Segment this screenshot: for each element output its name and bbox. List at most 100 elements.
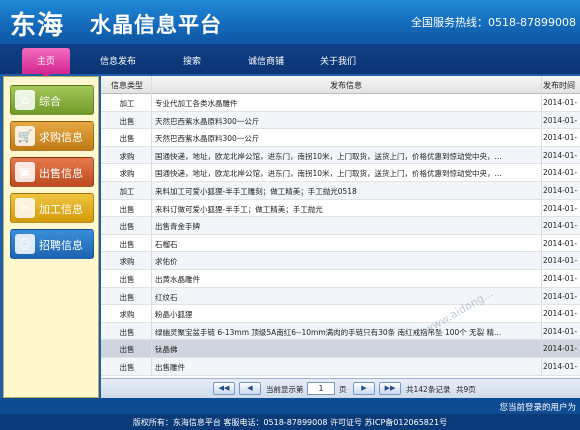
people-icon: ☺ (15, 234, 35, 254)
cell-type: 出售 (119, 292, 135, 302)
cell-time: 2014-01- (543, 133, 578, 143)
cell-time: 2014-01- (543, 344, 578, 354)
sidebar-item-sell[interactable]: ▣ 出售信息 (10, 157, 94, 187)
info-table: 信息类型 发布信息 发布时间 加工 专业代加工各类水晶雕件 2014-01- 出售 天然… (101, 76, 580, 398)
sidebar-item-processing[interactable]: ✂ 加工信息 (10, 193, 94, 223)
cell-time: 2014-01- (543, 291, 578, 301)
cell-info[interactable]: 红纹石 (155, 292, 539, 303)
sidebar-item-general[interactable]: ⌂ 综合 (10, 85, 94, 115)
cell-type: 出售 (119, 327, 135, 337)
cell-info[interactable]: 来料加工可爱小狐狸-半手工雕刻；做工精美；手工抛光0518 (155, 186, 539, 197)
cell-time: 2014-01- (543, 273, 578, 283)
cell-type: 出售 (119, 362, 135, 372)
cell-time: 2014-01- (543, 309, 578, 319)
nav-item-shops[interactable]: 诚信商铺 (236, 54, 296, 67)
header: 东海 水晶信息平台 全国服务热线：0518-87899008 (0, 0, 580, 44)
cell-time: 2014-01- (543, 185, 578, 195)
current-page-label: 当前显示第 (266, 385, 304, 394)
cell-info[interactable]: 来料订做可爱小狐狸-半手工；做工精美；手工抛光 (155, 204, 539, 215)
table-header: 信息类型 发布信息 发布时间 (101, 76, 580, 94)
next-page-button[interactable]: ▶ (353, 382, 375, 395)
column-header-time[interactable]: 发布时间 (543, 80, 575, 91)
sidebar-item-label: 加工信息 (39, 203, 83, 216)
page-suffix: 页 (339, 385, 347, 394)
cell-type: 出售 (119, 116, 135, 126)
prev-page-button[interactable]: ◀ (239, 382, 261, 395)
cell-info[interactable]: 出售青金手牌 (155, 221, 539, 232)
sidebar-item-buy[interactable]: 🛒 求购信息 (10, 121, 94, 151)
table-row[interactable]: 求购 求佑价 2014-01- (101, 252, 580, 270)
table-row[interactable]: 求购 粉晶小狐狸 2014-01- (101, 305, 580, 323)
table-row[interactable]: 加工 来料加工可爱小狐狸-半手工雕刻；做工精美；手工抛光0518 2014-01- (101, 181, 580, 200)
hotline-text: 全国服务热线：0518-87899008 (411, 16, 576, 29)
table-row[interactable]: 出售 绿幽灵聚宝盆手链 6-13mm 顶级5A南红6--10mm满肉的手链只有30… (101, 322, 580, 341)
table-row[interactable]: 出售 钛晶佛 2014-01- (101, 340, 580, 358)
cell-type: 出售 (119, 274, 135, 284)
first-page-button[interactable]: ◀◀ (213, 382, 235, 395)
pagination-bar: ◀◀ ◀ 当前显示第 1 页 ▶ ▶▶ 共142条记录 共9页 (101, 378, 580, 398)
nav-item-search[interactable]: 搜索 (162, 54, 222, 67)
table-row[interactable]: 出售 石榴石 2014-01- (101, 234, 580, 253)
last-page-button[interactable]: ▶▶ (379, 382, 401, 395)
cell-type: 求购 (119, 151, 135, 161)
column-divider (541, 76, 542, 376)
sidebar-item-label: 综合 (39, 95, 61, 108)
footer: 版权所有：东海信息平台 客服电话：0518-87899008 许可证号 苏ICP… (0, 414, 580, 430)
table-body: 加工 专业代加工各类水晶雕件 2014-01- 出售 天然巴西紫水晶原料300一公斤 20… (101, 94, 580, 376)
cell-type: 加工 (119, 99, 135, 108)
cell-info[interactable]: 石榴石 (155, 239, 539, 250)
cell-info[interactable]: 专业代加工各类水晶雕件 (155, 98, 539, 109)
cell-type: 加工 (119, 186, 135, 196)
table-row[interactable]: 出售 出售青金手牌 2014-01- (101, 217, 580, 235)
site-logo[interactable]: 东海 (10, 5, 64, 42)
status-bar: 您当前登录的用户为 (0, 398, 580, 414)
home-icon: ⌂ (15, 90, 35, 110)
cell-type: 求购 (119, 169, 135, 179)
cell-type: 出售 (119, 134, 135, 144)
cell-info[interactable]: 天然巴西紫水晶原料300一公斤 (155, 133, 539, 144)
sidebar-item-jobs[interactable]: ☺ 招聘信息 (10, 229, 94, 259)
cell-type: 求购 (119, 310, 135, 320)
cell-time: 2014-01- (543, 361, 578, 371)
table-row[interactable]: 出售 来料订做可爱小狐狸-半手工；做工精美；手工抛光 2014-01- (101, 199, 580, 218)
cell-type: 出售 (119, 239, 135, 249)
column-header-info[interactable]: 发布信息 (151, 80, 541, 91)
cell-info[interactable]: 粉晶小狐狸 (155, 309, 539, 320)
table-row[interactable]: 出售 红纹石 2014-01- (101, 287, 580, 306)
cell-time: 2014-01- (543, 238, 578, 248)
nav-item-publish[interactable]: 信息发布 (88, 54, 148, 67)
cart-icon: 🛒 (15, 126, 35, 146)
cell-info[interactable]: 求佑价 (155, 256, 539, 267)
total-records: 共142条记录 (406, 385, 451, 394)
site-title: 水晶信息平台 (90, 13, 222, 37)
cell-info[interactable]: 国通快递，地址，欧龙北岸公馆，进东门，南拐10米，上门取货，送货上门，价格优惠到… (155, 168, 539, 179)
column-header-type[interactable]: 信息类型 (105, 80, 149, 91)
main-nav: 主页 信息发布 搜索 诚信商铺 关于我们 (0, 44, 580, 78)
cell-time: 2014-01- (543, 168, 578, 178)
page-number-input[interactable]: 1 (307, 382, 335, 395)
nav-item-home[interactable]: 主页 (22, 48, 70, 74)
table-row[interactable]: 出售 天然巴西紫水晶原料300一公斤 2014-01- (101, 111, 580, 130)
cell-time: 2014-01- (543, 256, 578, 266)
table-row[interactable]: 出售 天然巴西紫水晶原料300一公斤 2014-01- (101, 129, 580, 147)
nav-item-about[interactable]: 关于我们 (308, 54, 368, 67)
cell-info[interactable]: 天然巴西紫水晶原料300一公斤 (155, 116, 539, 127)
cell-info[interactable]: 绿幽灵聚宝盆手链 6-13mm 顶级5A南红6--10mm满肉的手链只有30条 … (155, 327, 539, 338)
table-row[interactable]: 出售 出售雕件 2014-01- (101, 357, 580, 376)
sidebar-item-label: 求购信息 (39, 131, 83, 144)
cell-type: 出售 (119, 204, 135, 214)
cell-info[interactable]: 出黄水晶雕件 (155, 274, 539, 285)
cell-info[interactable]: 出售雕件 (155, 362, 539, 373)
column-divider (151, 76, 152, 376)
table-row[interactable]: 求购 国通快递，地址，欧龙北岸公馆，进东门，南拐10米，上门取货，送货上门，价格优… (101, 164, 580, 182)
cell-info[interactable]: 国通快递，地址，欧龙北岸公馆，进东门，南拐10米，上门取货，送货上门，价格优惠到… (155, 151, 539, 162)
table-row[interactable]: 加工 专业代加工各类水晶雕件 2014-01- (101, 94, 580, 112)
cell-time: 2014-01- (543, 98, 578, 107)
table-row[interactable]: 出售 出黄水晶雕件 2014-01- (101, 269, 580, 288)
table-row[interactable]: 求购 国通快递，地址，欧龙北岸公馆，进东门，南拐10米，上门取货，送货上门，价格优… (101, 146, 580, 165)
cell-info[interactable]: 钛晶佛 (155, 344, 539, 355)
cell-type: 出售 (119, 345, 135, 355)
cell-time: 2014-01- (543, 115, 578, 125)
cell-type: 出售 (119, 222, 135, 232)
shop-icon: ▣ (15, 162, 35, 182)
